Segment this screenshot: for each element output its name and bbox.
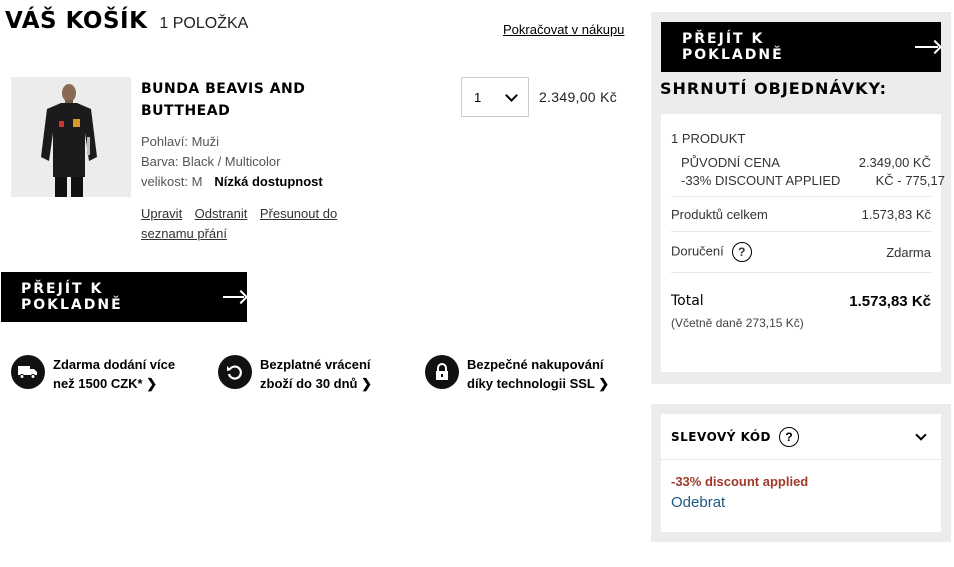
promo-box: SLEVOVÝ KÓD? -33% discount applied Odebr… — [661, 414, 941, 532]
original-price-row: PŮVODNÍ CENA 2.349,00 KČ — [671, 155, 931, 170]
feature-link[interactable]: zboží do 30 dnů — [260, 376, 358, 391]
chevron-circle-icon: ❯ — [361, 376, 373, 391]
feature-link[interactable]: než 1500 CZK* — [53, 376, 143, 391]
quantity-value: 1 — [474, 89, 482, 105]
subtotal-label: Produktů celkem — [671, 207, 768, 222]
discount-label: -33% DISCOUNT APPLIED — [681, 173, 841, 188]
promo-toggle[interactable]: SLEVOVÝ KÓD? — [661, 414, 941, 459]
subtotal-row: Produktů celkem 1.573,83 Kč — [671, 197, 931, 231]
total-label: Total — [671, 293, 704, 309]
item-actions: Upravit Odstranit Přesunout do seznamu p… — [141, 204, 371, 244]
feature-free-delivery: Zdarma dodání více než 1500 CZK* ❯ — [11, 355, 175, 393]
checkout-button-label: PŘEJÍT K POKLADNĚ — [21, 281, 123, 313]
product-image[interactable] — [11, 77, 131, 197]
feature-link[interactable]: díky technologii SSL — [467, 376, 595, 391]
availability-label: Nízká dostupnost — [214, 174, 323, 189]
edit-link[interactable]: Upravit — [141, 206, 182, 221]
promo-remove-link[interactable]: Odebrat — [661, 489, 941, 511]
summary-title: SHRNUTÍ OBJEDNÁVKY: — [660, 79, 888, 98]
arrow-right-icon — [915, 41, 941, 53]
checkout-button[interactable]: PŘEJÍT K POKLADNĚ — [1, 272, 247, 322]
item-price: 2.349,00 Kč — [539, 89, 618, 105]
checkout-button-top[interactable]: PŘEJÍT K POKLADNĚ — [661, 22, 941, 72]
product-name-line: BUNDA BEAVIS AND — [141, 81, 306, 97]
continue-shopping-link[interactable]: Pokračovat v nákupu — [503, 22, 624, 37]
promo-applied: -33% discount applied — [671, 474, 809, 489]
discount-value: KČ - 775,17 — [875, 173, 945, 188]
quantity-select[interactable]: 1 — [461, 77, 529, 117]
return-icon — [218, 355, 252, 389]
delivery-label: Doručení — [671, 243, 724, 259]
chevron-circle-icon: ❯ — [146, 376, 158, 391]
order-summary: 1 PRODUKT PŮVODNÍ CENA 2.349,00 KČ -33% … — [661, 114, 945, 372]
help-icon[interactable]: ? — [731, 242, 752, 262]
page-title: VÁŠ KOŠÍK — [5, 8, 148, 34]
chevron-circle-icon: ❯ — [598, 376, 610, 391]
products-count: 1 PRODUKT — [671, 131, 746, 146]
feature-free-returns: Bezplatné vrácení zboží do 30 dnů ❯ — [218, 355, 372, 393]
discount-row: -33% DISCOUNT APPLIED KČ - 775,17 — [671, 173, 945, 188]
chevron-down-icon — [505, 88, 518, 102]
item-count: 1 POLOŽKA — [159, 15, 249, 32]
move-to-wishlist-link[interactable]: Přesunout do — [260, 206, 337, 221]
remove-link[interactable]: Odstranit — [195, 206, 248, 221]
original-price-label: PŮVODNÍ CENA — [681, 155, 780, 170]
delivery-row: Doručení? Zdarma — [671, 232, 931, 272]
total-value: 1.573,83 Kč — [849, 293, 931, 310]
lock-icon — [425, 355, 459, 389]
promo-title: SLEVOVÝ KÓD — [671, 430, 772, 445]
checkout-button-label: PŘEJÍT K POKLADNĚ — [682, 31, 784, 63]
product-name[interactable]: BUNDA BEAVIS AND BUTTHEAD — [141, 78, 305, 122]
color-attribute: Barva: Black / Multicolor — [141, 154, 281, 169]
product-name-line: BUTTHEAD — [141, 103, 231, 119]
delivery-value: Zdarma — [886, 244, 931, 260]
help-icon[interactable]: ? — [779, 427, 800, 447]
product-attributes: Pohlaví: Muži Barva: Black / Multicolor … — [141, 132, 323, 192]
total-row: Total 1.573,83 Kč — [671, 273, 931, 310]
chevron-down-icon — [915, 429, 927, 441]
jacket-image-icon — [41, 84, 97, 197]
feature-text: Zdarma dodání více — [53, 357, 176, 372]
vat-note: (Včetně daně 273,15 Kč) — [671, 316, 804, 330]
truck-icon — [11, 355, 45, 389]
feature-secure-shopping: Bezpečné nakupování díky technologii SSL … — [425, 355, 609, 393]
move-to-wishlist-link-cont[interactable]: seznamu přání — [141, 226, 227, 241]
cart-header: VÁŠ KOŠÍK 1 POLOŽKA — [5, 8, 248, 34]
size-attribute: velikost: M — [141, 174, 203, 189]
arrow-right-icon — [222, 291, 247, 303]
feature-text: Bezpečné nakupování — [467, 357, 604, 372]
gender-attribute: Pohlaví: Muži — [141, 134, 220, 149]
subtotal-value: 1.573,83 Kč — [861, 207, 931, 222]
original-price-value: 2.349,00 KČ — [858, 155, 931, 170]
feature-text: Bezplatné vrácení — [260, 357, 371, 372]
